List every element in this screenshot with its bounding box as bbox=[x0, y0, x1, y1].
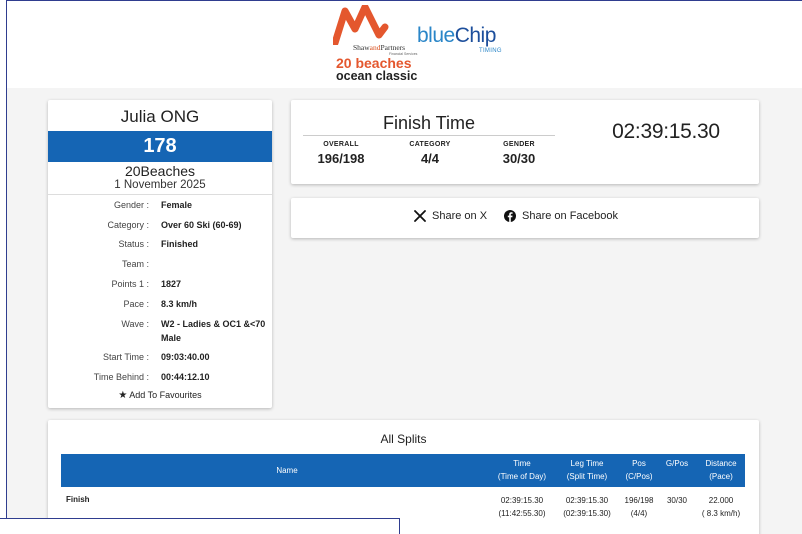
share-card: Share on X Share on Facebook bbox=[291, 198, 759, 238]
detail-label: Gender : bbox=[113, 200, 149, 210]
share-x-label: Share on X bbox=[432, 210, 488, 222]
favourites-label: Add To Favourites bbox=[129, 390, 202, 400]
event-date: 1 November 2025 bbox=[114, 179, 206, 191]
share-on-x-button[interactable]: Share on X bbox=[414, 210, 487, 222]
detail-value: 8.3 km/h bbox=[161, 299, 198, 309]
detail-value: Over 60 Ski (60-69) bbox=[161, 220, 242, 230]
detail-value: W2 - Ladies & OC1 &<70 bbox=[161, 319, 266, 329]
event-logo-line2: ocean classic bbox=[336, 69, 418, 83]
splits-table-header: Name Time (Time of Day) Leg Time (Split Ti… bbox=[61, 454, 745, 487]
detail-value: 09:03:40.00 bbox=[161, 352, 210, 362]
athlete-name: Julia ONG bbox=[120, 107, 200, 126]
bluechip-timing-subtitle: TIMING bbox=[479, 48, 502, 54]
divider bbox=[48, 194, 272, 195]
split-name: Finish bbox=[66, 495, 90, 504]
split-gpos: 30/30 bbox=[666, 496, 688, 505]
detail-label: Pace : bbox=[123, 299, 149, 309]
detail-label: Wave : bbox=[121, 319, 149, 329]
finish-time-value: 02:39:15.30 bbox=[612, 120, 720, 143]
split-distance: 22.000( 8.3 km/h) bbox=[701, 496, 741, 518]
col-name: Name bbox=[276, 466, 298, 475]
bib-number: 178 bbox=[48, 131, 272, 162]
stat-overall: OVERALL 196/198 bbox=[301, 141, 381, 166]
star-icon: ★ bbox=[118, 390, 128, 401]
splits-title: All Splits bbox=[380, 432, 427, 446]
add-to-favourites-button[interactable]: ★ Add To Favourites bbox=[48, 390, 272, 401]
detail-value: Finished bbox=[161, 239, 199, 249]
detail-label: Start Time : bbox=[102, 352, 149, 362]
athlete-card: Julia ONG 178 20Beaches 1 November 2025 … bbox=[48, 100, 272, 408]
split-time: 02:39:15.30 (11:42:55.30) bbox=[498, 496, 546, 518]
stat-gender: GENDER 30/30 bbox=[479, 141, 559, 166]
split-leg-time: 02:39:15.30 (02:39:15.30) bbox=[563, 496, 611, 518]
col-gpos: G/Pos bbox=[665, 459, 689, 468]
sponsor-name: ShawandPartners bbox=[353, 43, 406, 52]
divider bbox=[303, 135, 555, 136]
detail-label: Status : bbox=[118, 239, 149, 249]
stat-label: GENDER bbox=[503, 141, 535, 148]
stat-value: 4/4 bbox=[420, 151, 440, 166]
col-leg-time: Leg Time (Split Time) bbox=[566, 459, 608, 481]
page-header: ShawandPartners Financial Services blueC… bbox=[7, 1, 802, 88]
split-pos: 196/198 (4/4) bbox=[624, 496, 654, 518]
detail-label: Points 1 : bbox=[111, 279, 149, 289]
col-pos: Pos (C/Pos) bbox=[625, 459, 653, 481]
event-name: 20Beaches bbox=[124, 163, 196, 179]
event-logo-line1: 20 beaches bbox=[336, 55, 412, 71]
detail-value: 00:44:12.10 bbox=[161, 372, 210, 382]
col-distance: Distance (Pace) bbox=[705, 459, 737, 481]
stat-label: OVERALL bbox=[323, 141, 359, 148]
stat-value: 30/30 bbox=[502, 151, 536, 166]
finish-title: Finish Time bbox=[382, 113, 476, 133]
event-logos[interactable]: ShawandPartners Financial Services blueC… bbox=[331, 5, 521, 87]
finish-time-card: Finish Time OVERALL 196/198 CATEGORY 4/4… bbox=[291, 100, 759, 184]
share-facebook-label: Share on Facebook bbox=[522, 210, 619, 222]
detail-label: Time Behind : bbox=[93, 372, 149, 382]
splits-card: All Splits Name Time (Time of Day) Leg Ti… bbox=[48, 420, 759, 534]
detail-value: 1827 bbox=[161, 279, 182, 289]
share-on-facebook-button[interactable]: Share on Facebook bbox=[504, 210, 618, 222]
stat-category: CATEGORY 4/4 bbox=[390, 141, 470, 166]
stat-label: CATEGORY bbox=[409, 141, 451, 148]
detail-value: Male bbox=[161, 333, 182, 343]
stat-value: 196/198 bbox=[317, 151, 365, 166]
detail-label: Category : bbox=[107, 220, 149, 230]
shaw-partners-logo-icon bbox=[333, 5, 389, 45]
col-time: Time (Time of Day) bbox=[497, 459, 547, 481]
annotation-overlay-box bbox=[0, 518, 400, 534]
detail-value: Female bbox=[161, 200, 193, 210]
x-logo-icon bbox=[414, 210, 426, 222]
bluechip-logo: blueChip bbox=[417, 24, 496, 47]
detail-label: Team : bbox=[121, 259, 149, 269]
facebook-icon bbox=[504, 210, 516, 222]
